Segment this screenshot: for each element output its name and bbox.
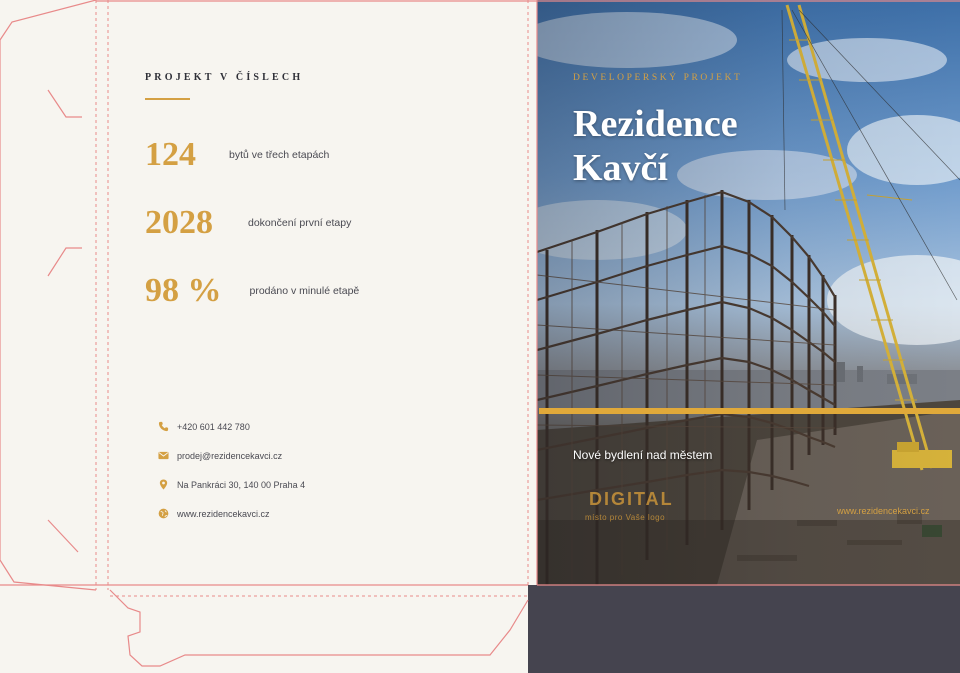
bleed-area: [528, 585, 960, 673]
front-cover: DEVELOPERSKÝ PROJEKT Rezidence Kavčí Nov…: [537, 0, 960, 585]
logo-placeholder: DIGITAL: [589, 489, 674, 509]
gold-band: [539, 408, 960, 414]
cover-tagline: Nové bydlení nad městem: [573, 448, 713, 462]
contact-website-text: www.rezidencekavci.cz: [177, 508, 270, 519]
contact-address-text: Na Pankráci 30, 140 00 Praha 4: [177, 479, 306, 490]
stat-number: 124: [145, 136, 196, 173]
stat-label: dokončení první etapy: [248, 217, 352, 229]
stat-number: 2028: [145, 204, 213, 241]
cover-url[interactable]: www.rezidencekavci.cz: [837, 506, 930, 516]
contact-email-text: prodej@rezidencekavci.cz: [177, 450, 283, 461]
phone-icon: [158, 421, 169, 432]
logo-placeholder-caption: místo pro Vaše logo: [585, 513, 666, 522]
contact-website[interactable]: www.rezidencekavci.cz: [158, 508, 270, 519]
cover-kicker: DEVELOPERSKÝ PROJEKT: [573, 73, 743, 83]
cover-title: Rezidence Kavčí: [573, 102, 738, 190]
cover-title-line1: Rezidence: [573, 103, 738, 145]
location-pin-icon: [159, 479, 168, 490]
globe-icon: [158, 508, 169, 519]
contact-phone[interactable]: +420 601 442 780: [158, 421, 250, 432]
section-title: PROJEKT V ČÍSLECH: [145, 72, 304, 83]
stat-sold: 98 % prodáno v minulé etapě: [145, 274, 359, 308]
stat-completion: 2028 dokončení první etapy: [145, 206, 351, 240]
mail-icon: [158, 451, 169, 460]
section-rule: [145, 98, 190, 100]
inside-panel: PROJEKT V ČÍSLECH 124 bytů ve třech etap…: [0, 0, 528, 673]
folder-spread: PROJEKT V ČÍSLECH 124 bytů ve třech etap…: [0, 0, 960, 673]
stat-number: 98 %: [145, 272, 222, 309]
stat-label: prodáno v minulé etapě: [249, 285, 360, 297]
stat-units: 124 bytů ve třech etapách: [145, 138, 329, 172]
contact-phone-text: +420 601 442 780: [177, 421, 250, 432]
cover-title-line2: Kavčí: [573, 147, 668, 189]
stat-label: bytů ve třech etapách: [229, 149, 330, 161]
contact-address: Na Pankráci 30, 140 00 Praha 4: [158, 479, 305, 490]
contact-email[interactable]: prodej@rezidencekavci.cz: [158, 450, 282, 461]
